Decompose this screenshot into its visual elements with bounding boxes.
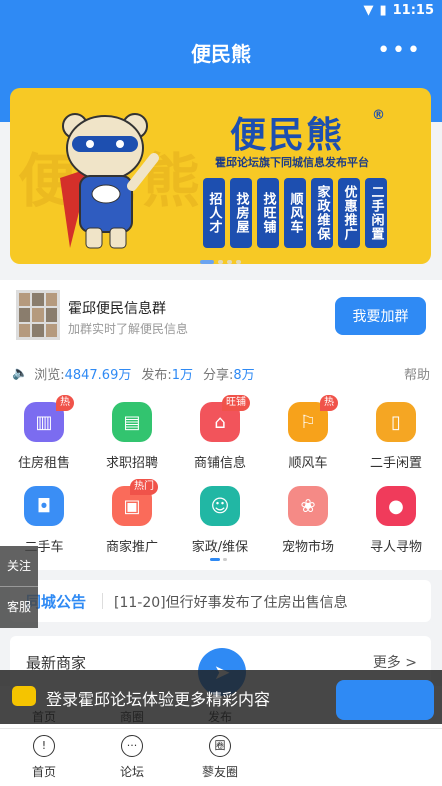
help-link[interactable]: 帮助 — [404, 364, 430, 383]
category-label: 商家推广 — [105, 540, 158, 555]
more-link[interactable]: 更多 > — [373, 652, 417, 672]
wifi-icon: ▼ — [363, 3, 374, 18]
grid-pagination — [210, 558, 227, 561]
category-item[interactable]: ⌂ 旺铺 商铺信息 — [176, 390, 264, 472]
battery-icon: ▮ — [379, 3, 387, 18]
category-label: 住房租售 — [17, 456, 70, 471]
banner-area: 便民熊 便民熊 ® 霍邱论坛旗下同城信息发布平台 招人才 找房屋 找旺铺 顺风车… — [0, 82, 442, 272]
banner-tag: 找旺铺 — [257, 178, 279, 248]
page-title: 便民熊 — [191, 42, 251, 66]
announcement-bar[interactable]: 同城公告 [11-20]但行好事发布了住房出售信息 — [10, 580, 431, 622]
banner-slogan: 霍邱论坛旗下同城信息发布平台 — [215, 156, 369, 169]
car-front-icon: ◘ — [24, 486, 64, 526]
circle-icon: 圈 — [209, 735, 231, 757]
category-item[interactable]: ▣ 热门 商家推广 — [88, 474, 176, 556]
group-subtitle: 加群实时了解便民信息 — [68, 322, 189, 336]
banner-tag: 家政维保 — [311, 178, 333, 248]
tab-forum[interactable]: ··· 论坛 — [102, 735, 162, 780]
login-prompt-bar[interactable]: 登录霍邱论坛体验更多精彩内容 — [0, 670, 442, 724]
status-bar: ▼ ▮ 11:15 — [0, 0, 442, 24]
more-dots-icon[interactable]: ••• — [377, 38, 422, 63]
bear-mascot-icon — [60, 113, 159, 249]
category-label: 求职招聘 — [105, 456, 158, 471]
category-label: 寻人寻物 — [369, 540, 422, 555]
briefcase-icon: ▤ — [112, 402, 152, 442]
phone-icon: ▯ — [376, 402, 416, 442]
tab-home[interactable]: ! 首页 — [14, 735, 74, 780]
banner-pagination — [200, 260, 241, 264]
tab-label: 论坛 — [119, 765, 144, 779]
floating-side-panel: 关注 客服 — [0, 546, 38, 628]
shares-label: 分享: — [203, 368, 234, 383]
follow-button[interactable]: 关注 — [0, 546, 38, 587]
banner-tag: 顺风车 — [284, 178, 306, 248]
category-item[interactable]: ☺ 家政/维保 — [176, 474, 264, 556]
group-name: 霍邱便民信息群 — [68, 301, 166, 317]
service-button[interactable]: 客服 — [0, 587, 38, 628]
tab-label: 蓼友圈 — [201, 765, 238, 779]
status-time: 11:15 — [392, 3, 434, 18]
tab-circle[interactable]: 圈 蓼友圈 — [190, 735, 250, 780]
speaker-icon: 🔈 — [12, 366, 29, 381]
category-item[interactable]: ⚐ 热 顺风车 — [264, 390, 352, 472]
group-card: 霍邱便民信息群 加群实时了解便民信息 我要加群 — [0, 280, 442, 352]
category-label: 顺风车 — [288, 456, 328, 471]
banner-logo: 便民熊 — [230, 115, 345, 156]
banner-tag: 找房屋 — [230, 178, 252, 248]
group-avatar — [16, 290, 60, 340]
category-grid: ▥ 热 住房租售 ▤ 求职招聘 ⌂ 旺铺 商铺信息 ⚐ 热 顺风车 ▯ 二手闲置… — [0, 390, 442, 570]
join-group-button[interactable]: 我要加群 — [335, 297, 426, 335]
pet-icon: ❀ — [288, 486, 328, 526]
posts-label: 发布: — [141, 368, 172, 383]
drop-icon: ● — [376, 486, 416, 526]
banner-tag: 招人才 — [203, 178, 225, 248]
chat-icon: ··· — [121, 735, 143, 757]
posts-count: 1万 — [171, 368, 194, 383]
hot-badge: 热 — [56, 395, 74, 411]
banner-tag: 二手闲置 — [365, 178, 387, 248]
category-label: 宠物市场 — [281, 540, 334, 555]
category-item[interactable]: ▯ 二手闲置 — [352, 390, 440, 472]
views-count: 4847.69万 — [64, 368, 132, 383]
announcement-text: [11-20]但行好事发布了住房出售信息 — [114, 595, 348, 611]
login-button[interactable] — [336, 680, 434, 720]
stats-bar: 🔈 浏览: 4847.69万 发布: 1万 分享: 8万 帮助 — [0, 352, 442, 390]
worker-icon: ☺ — [200, 486, 240, 526]
banner[interactable]: 便民熊 便民熊 ® 霍邱论坛旗下同城信息发布平台 招人才 找房屋 找旺铺 顺风车… — [10, 88, 431, 264]
views-label: 浏览: — [34, 368, 65, 383]
registered-mark: ® — [372, 108, 385, 123]
forum-logo-icon — [12, 686, 36, 706]
category-item[interactable]: ◘ 二手车 — [0, 474, 88, 556]
tab-label: 首页 — [31, 765, 56, 779]
category-label: 商铺信息 — [193, 456, 246, 471]
banner-tag: 优惠推广 — [338, 178, 360, 248]
category-item[interactable]: ▤ 求职招聘 — [88, 390, 176, 472]
hot-badge: 热 — [320, 395, 338, 411]
banner-tags: 招人才 找房屋 找旺铺 顺风车 家政维保 优惠推广 二手闲置 — [203, 178, 387, 248]
home-icon: ! — [33, 735, 55, 757]
title-bar: 便民熊 ••• — [0, 24, 442, 82]
category-label: 家政/维保 — [191, 540, 249, 555]
bottom-tab-bar: ! 首页 ··· 论坛 圈 蓼友圈 — [0, 728, 442, 786]
category-item[interactable]: ▥ 热 住房租售 — [0, 390, 88, 472]
category-item[interactable]: ❀ 宠物市场 — [264, 474, 352, 556]
category-label: 二手闲置 — [369, 456, 422, 471]
login-prompt-text: 登录霍邱论坛体验更多精彩内容 — [46, 690, 271, 709]
hot-badge: 热门 — [130, 479, 158, 495]
category-item[interactable]: ● 寻人寻物 — [352, 474, 440, 556]
hot-badge: 旺铺 — [222, 395, 250, 411]
shares-count: 8万 — [233, 368, 255, 383]
